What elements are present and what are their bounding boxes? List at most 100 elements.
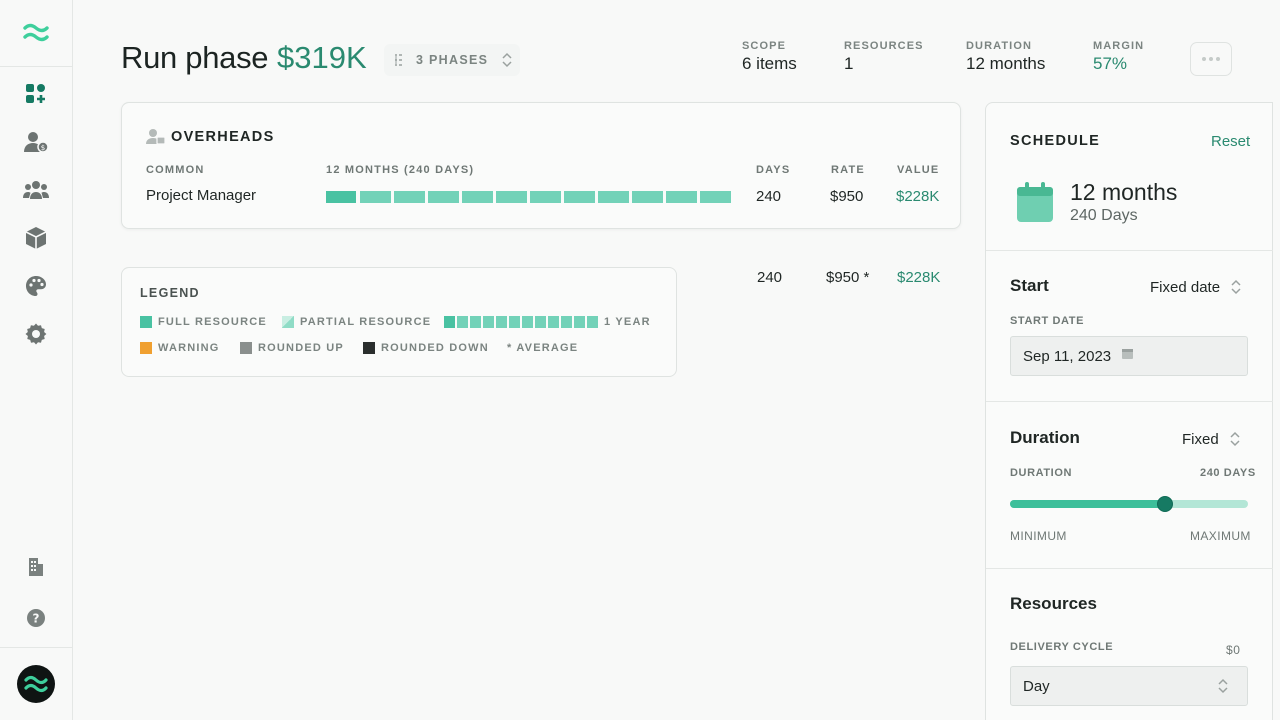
duration-heading: Duration [1010, 428, 1080, 447]
sidebar-divider [0, 647, 72, 648]
month-bar [360, 191, 391, 203]
schedule-panel: SCHEDULE Reset 12 months 240 Days Start … [985, 102, 1273, 720]
legend-partial: PARTIAL RESOURCE [282, 316, 431, 328]
col-days: DAYS [756, 164, 791, 176]
year-bars [444, 316, 598, 328]
legend-average-label: * AVERAGE [507, 342, 579, 354]
phases-label: 3 PHASES [416, 53, 489, 67]
legend-card: LEGEND FULL RESOURCE PARTIAL RESOURCE 1 … [121, 267, 677, 377]
duration-mode-select[interactable]: Fixed [1182, 430, 1241, 448]
row-days: 240 [756, 188, 782, 205]
calendar-small-icon[interactable] [1121, 347, 1134, 360]
duration-label: DURATION [1010, 467, 1073, 479]
gear-icon[interactable] [22, 320, 50, 348]
stat-value: 1 [844, 54, 854, 73]
month-bar [394, 191, 425, 203]
total-rate: $950 * [826, 269, 870, 286]
start-mode-select[interactable]: Fixed date [1150, 278, 1242, 296]
month-bar [530, 191, 561, 203]
warning-swatch [140, 342, 152, 354]
phases-selector[interactable]: 3 PHASES [384, 44, 520, 76]
month-bar [428, 191, 459, 203]
delivery-cycle-cost: $0 [1226, 643, 1241, 657]
duration-slider-track[interactable] [1010, 496, 1248, 512]
year-bar [444, 316, 455, 328]
duration-slider-thumb[interactable] [1156, 496, 1173, 512]
legend-rounded-down-label: ROUNDED DOWN [381, 342, 489, 354]
calendar-icon [1017, 182, 1053, 222]
help-icon[interactable]: ? [22, 604, 50, 632]
month-bar [564, 191, 595, 203]
user-team-icon [146, 129, 166, 145]
dashboard-add-icon[interactable] [22, 80, 50, 108]
resources-heading: Resources [1010, 594, 1097, 613]
user-billing-icon[interactable]: $ [22, 128, 50, 156]
stat-resources: RESOURCES 1 [844, 40, 924, 74]
legend-year: 1 YEAR [444, 316, 651, 328]
delivery-cycle-select[interactable]: Day [1010, 666, 1248, 706]
stat-duration: DURATION 12 months [966, 40, 1045, 74]
start-date-field[interactable]: Sep 11, 2023 [1010, 336, 1248, 376]
start-date-label: START DATE [1010, 315, 1085, 327]
year-bar [483, 316, 494, 328]
year-bar [522, 316, 533, 328]
month-bar [666, 191, 697, 203]
year-bar [561, 316, 572, 328]
stat-scope: SCOPE 6 items [742, 40, 797, 74]
month-bar [496, 191, 527, 203]
reset-link[interactable]: Reset [1211, 133, 1250, 150]
sidebar: $ ? [0, 0, 73, 720]
divider [986, 250, 1273, 251]
legend-rounded-down: ROUNDED DOWN [363, 342, 489, 354]
partial-swatch [282, 316, 294, 328]
building-icon[interactable] [22, 553, 50, 581]
chevron-updown-icon [502, 52, 512, 68]
col-value: VALUE [897, 164, 940, 176]
start-mode-value: Fixed date [1150, 278, 1221, 296]
legend-rounded-up: ROUNDED UP [240, 342, 344, 354]
schedule-days: 240 Days [1070, 207, 1138, 224]
page-title: Run phase [121, 40, 269, 75]
total-value: $228K [897, 269, 941, 286]
month-bar [632, 191, 663, 203]
list-icon [395, 54, 402, 66]
wave-avatar-icon [24, 675, 48, 693]
schedule-title: SCHEDULE [1010, 133, 1101, 149]
duration-value: 240 DAYS [1200, 467, 1256, 479]
palette-icon[interactable] [22, 272, 50, 300]
legend-warning: WARNING [140, 342, 220, 354]
legend-title: LEGEND [140, 286, 200, 300]
year-bar [587, 316, 598, 328]
package-icon[interactable] [22, 224, 50, 252]
legend-warning-label: WARNING [158, 342, 220, 354]
start-heading: Start [1010, 276, 1049, 295]
team-icon[interactable] [22, 176, 50, 204]
stat-label: DURATION [966, 40, 1033, 52]
avatar[interactable] [17, 665, 55, 703]
year-bar [548, 316, 559, 328]
legend-year-label: 1 YEAR [604, 316, 651, 328]
full-swatch [140, 316, 152, 328]
total-days: 240 [757, 269, 783, 286]
start-date-value: Sep 11, 2023 [1023, 347, 1112, 365]
month-bar [700, 191, 731, 203]
legend-rounded-up-label: ROUNDED UP [258, 342, 344, 354]
stat-label: MARGIN [1093, 40, 1145, 52]
stat-value: 6 items [742, 54, 797, 73]
col-rate: RATE [831, 164, 865, 176]
duration-slider-fill [1010, 500, 1165, 508]
stat-label: RESOURCES [844, 40, 924, 52]
duration-min-label: MINIMUM [1010, 529, 1067, 543]
more-options-button[interactable] [1190, 42, 1232, 76]
row-rate: $950 [830, 188, 864, 205]
year-bar [457, 316, 468, 328]
legend-full: FULL RESOURCE [140, 316, 267, 328]
chevron-updown-icon [1231, 279, 1241, 295]
year-bar [509, 316, 520, 328]
rounded-down-swatch [363, 342, 375, 354]
row-value: $228K [896, 188, 940, 205]
year-bar [574, 316, 585, 328]
month-bar [326, 191, 356, 203]
month-bar [598, 191, 629, 203]
app-logo[interactable] [0, 0, 72, 67]
